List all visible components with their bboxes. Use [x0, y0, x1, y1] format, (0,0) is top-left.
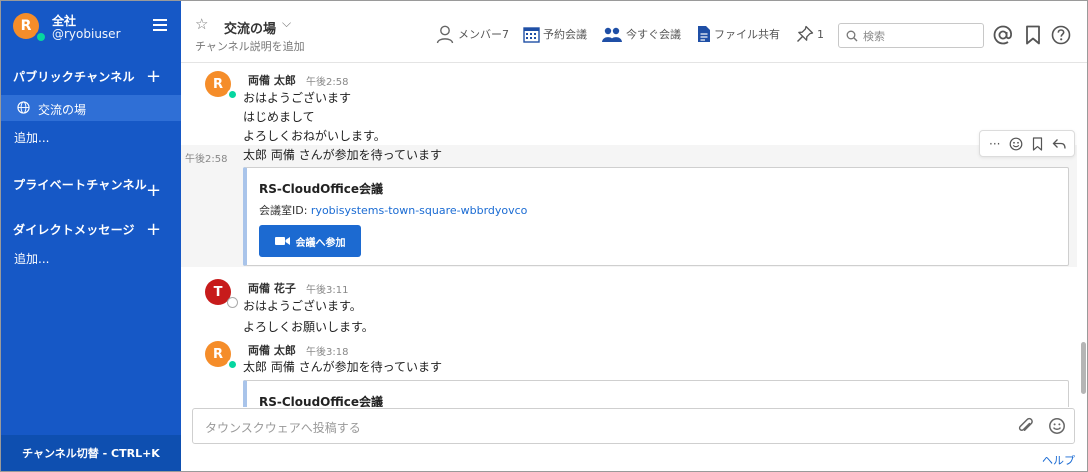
username: @ryobiuser [52, 27, 121, 41]
channel-switcher-button[interactable]: チャンネル切替 - CTRL+K [1, 435, 181, 471]
scrollbar[interactable] [1077, 63, 1087, 407]
question-circle-icon [1051, 25, 1071, 45]
online-status-icon [227, 89, 238, 100]
instant-meeting-button[interactable]: 今すぐ会議 [601, 23, 681, 45]
pin-icon [797, 25, 814, 42]
file-share-button[interactable]: ファイル共有 [697, 23, 780, 45]
reply-icon[interactable] [1050, 135, 1068, 153]
document-icon [698, 26, 710, 42]
app-window: R 全社 @ryobiuser パブリックチャンネル + 交流の場 追加... … [0, 0, 1088, 472]
message-text: 太郎 両備 さんが参加を待っています [243, 148, 443, 162]
channel-description[interactable]: チャンネル説明を追加 [195, 38, 305, 54]
post-input[interactable]: タウンスクウェアへ投稿する [192, 408, 1075, 444]
direct-messages-header: ダイレクトメッセージ [13, 223, 135, 237]
add-dm-link[interactable]: 追加... [14, 250, 49, 267]
emoji-reaction-icon[interactable] [1007, 135, 1025, 153]
sidebar-item-active-channel[interactable]: 交流の場 [1, 95, 181, 121]
message-text: 太郎 両備 さんが参加を待っています [243, 360, 443, 374]
message-time[interactable]: 午後3:18 [306, 343, 348, 358]
at-sign-icon [993, 25, 1012, 45]
sidebar-item-label: 交流の場 [38, 103, 87, 117]
message-time[interactable]: 午後2:58 [185, 150, 227, 165]
search-placeholder: 検索 [863, 29, 885, 43]
more-actions-icon[interactable]: ··· [986, 135, 1004, 153]
video-camera-icon [274, 237, 290, 245]
public-channels-header: パブリックチャンネル [13, 70, 135, 84]
post-input-placeholder: タウンスクウェアへ投稿する [205, 421, 361, 435]
globe-icon [17, 101, 30, 114]
meeting-card-title: RS-CloudOffice会議 [259, 182, 383, 196]
members-label: メンバー [458, 28, 502, 41]
message-line: おはようございます。 [243, 299, 362, 313]
help-link[interactable]: ヘルプ [1042, 452, 1075, 468]
meeting-card-title: RS-CloudOffice会議 [259, 395, 383, 407]
members-count: 7 [502, 27, 509, 41]
offline-status-icon [227, 297, 238, 308]
instant-meeting-label: 今すぐ会議 [626, 28, 681, 41]
message-line: よろしくお願いします。 [243, 320, 374, 334]
pinned-button[interactable]: 1 [796, 23, 824, 45]
add-more-link[interactable]: 追加... [14, 129, 49, 146]
private-channels-header: プライベートチャンネル [13, 178, 147, 192]
search-icon [846, 30, 858, 41]
message-time[interactable]: 午後3:11 [306, 281, 348, 296]
emoji-icon[interactable] [1048, 417, 1066, 435]
meeting-room-link[interactable]: ryobisystems-town-square-wbbrdyovco [311, 204, 528, 217]
bookmark-icon [1026, 25, 1040, 45]
mention-icon[interactable] [992, 24, 1014, 46]
channel-header: ☆ 交流の場 ⌵ チャンネル説明を追加 メンバー 7 予約会議 今すぐ会議 ファ… [181, 1, 1087, 63]
file-share-label: ファイル共有 [714, 28, 780, 41]
message-author[interactable]: 両備 太郎 [248, 72, 296, 88]
reserve-meeting-label: 予約会議 [543, 28, 587, 41]
add-private-channel-icon[interactable]: + [146, 182, 161, 200]
calendar-icon [523, 26, 540, 43]
message-list: R 両備 太郎 午後2:58 おはようございます はじめまして よろしくおねがい… [181, 63, 1077, 407]
meeting-card: RS-CloudOffice会議 [243, 380, 1069, 407]
message-line: よろしくおねがいします。 [243, 129, 386, 143]
sidebar: R 全社 @ryobiuser パブリックチャンネル + 交流の場 追加... … [1, 1, 181, 471]
meeting-card: RS-CloudOffice会議 会議室ID: ryobisystems-tow… [243, 167, 1069, 266]
message-author[interactable]: 両備 花子 [248, 280, 296, 296]
online-status-icon [35, 31, 47, 43]
members-button[interactable]: メンバー 7 [435, 23, 509, 45]
online-status-icon [227, 359, 238, 370]
member-icon [436, 25, 454, 44]
hamburger-menu-icon[interactable] [153, 19, 167, 31]
scrollbar-thumb[interactable] [1081, 342, 1086, 394]
meeting-room-id: 会議室ID: ryobisystems-town-square-wbbrdyov… [259, 202, 527, 218]
pinned-count: 1 [817, 27, 824, 41]
meeting-room-label: 会議室ID: [259, 204, 311, 217]
add-public-channel-icon[interactable]: + [146, 68, 161, 86]
join-meeting-button[interactable]: 会議へ参加 [259, 225, 361, 257]
channel-title[interactable]: 交流の場 [224, 18, 276, 37]
message-time[interactable]: 午後2:58 [306, 73, 348, 88]
favorite-star-icon[interactable]: ☆ [195, 15, 208, 33]
bookmark-icon[interactable] [1029, 135, 1047, 153]
message-author[interactable]: 両備 太郎 [248, 342, 296, 358]
chevron-down-icon[interactable]: ⌵ [282, 16, 291, 31]
message-actions: ··· [979, 130, 1075, 157]
message-line: おはようございます [243, 91, 352, 105]
search-input[interactable]: 検索 [838, 23, 984, 48]
join-meeting-label: 会議へ参加 [295, 237, 346, 249]
message-line: はじめまして [243, 110, 315, 124]
attachment-icon[interactable] [1017, 417, 1035, 435]
saved-posts-icon[interactable] [1022, 24, 1044, 46]
group-icon [602, 27, 622, 42]
team-header[interactable]: R 全社 @ryobiuser [1, 1, 181, 55]
reserve-meeting-button[interactable]: 予約会議 [523, 23, 587, 45]
help-icon[interactable] [1050, 24, 1072, 46]
add-direct-message-icon[interactable]: + [146, 221, 161, 239]
